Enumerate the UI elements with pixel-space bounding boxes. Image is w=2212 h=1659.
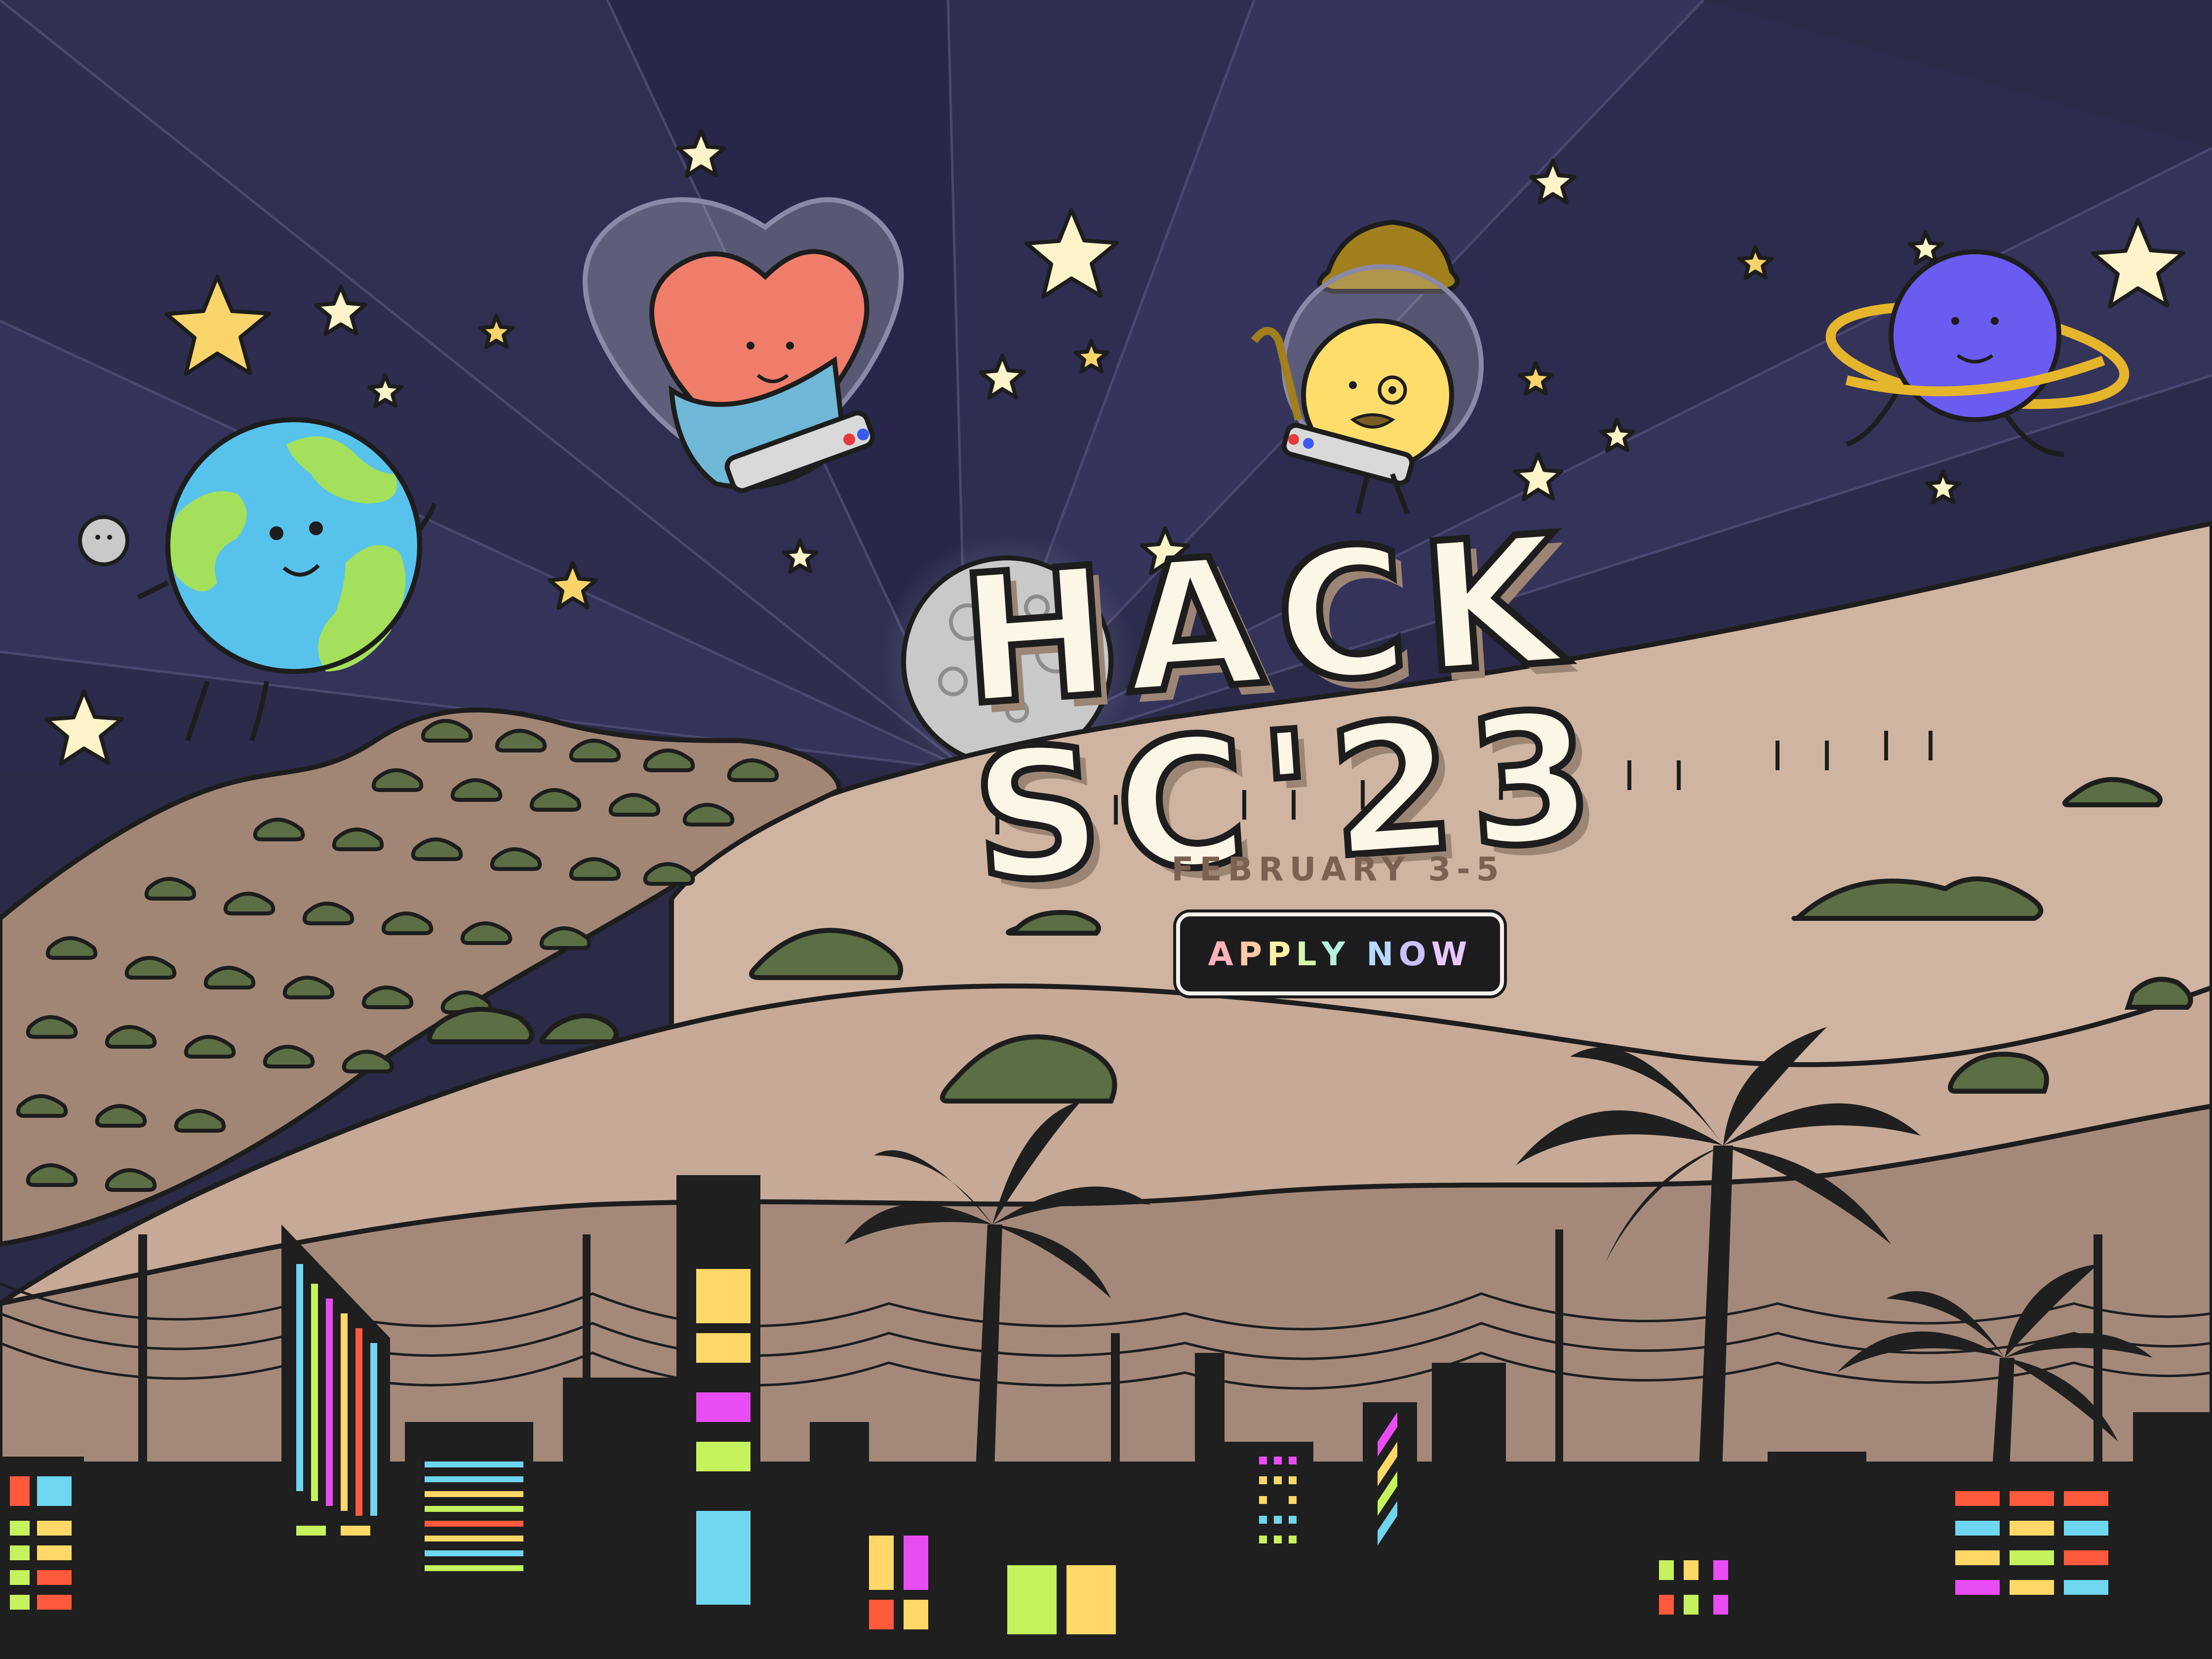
event-title: HACK SC'23 (951, 492, 1618, 926)
apply-letter: O (1398, 935, 1431, 973)
apply-letter: P (1238, 935, 1267, 973)
apply-letter: N (1366, 935, 1399, 973)
apply-letter: L (1296, 935, 1322, 973)
apply-letter: W (1431, 935, 1472, 973)
apply-letter (1350, 935, 1366, 973)
event-date: FEBRUARY 3-5 (1171, 850, 1505, 888)
apply-letter: Y (1321, 935, 1350, 973)
apply-now-button[interactable]: APPLY NOW (1176, 912, 1504, 995)
apply-letter: P (1267, 935, 1296, 973)
apply-now-label: APPLY NOW (1208, 935, 1472, 973)
apply-letter: A (1208, 935, 1238, 973)
small-moon-icon (78, 515, 129, 566)
